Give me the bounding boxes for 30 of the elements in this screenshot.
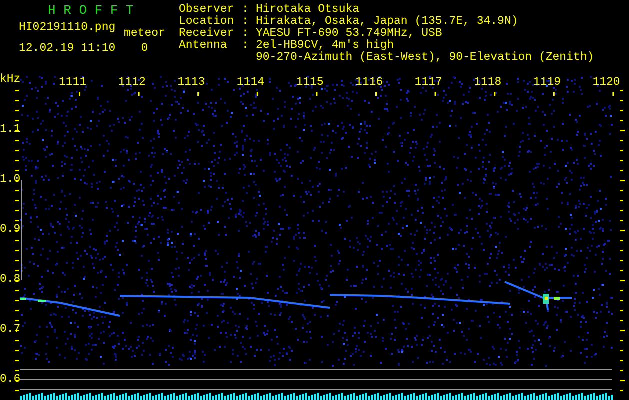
info-value: 90-270-Azimuth (East-West), 90-Elevation (Zenith): [256, 52, 594, 64]
info-label: Antenna: [179, 39, 228, 52]
info-value: Hirotaka Otsuka: [256, 4, 360, 16]
meteor-label: meteor: [124, 28, 166, 40]
colon-separator: :: [242, 3, 249, 16]
info-value: YAESU FT-690 53.749MHz, USB: [256, 28, 442, 40]
colon-separator: :: [242, 39, 249, 52]
x-axis-label: 1120: [592, 77, 620, 89]
file-name: HI02191110.png: [19, 22, 117, 34]
info-value: 2el-HB9CV, 4m's high: [256, 40, 394, 52]
x-axis-label: 1112: [118, 77, 146, 89]
info-label: Observer: [179, 3, 234, 16]
x-axis-label: 1113: [178, 77, 206, 89]
info-value: Hirakata, Osaka, Japan (135.7E, 34.9N): [256, 16, 518, 28]
x-axis-label: 1114: [236, 77, 264, 89]
timestamp: 12.02.19 11:10: [19, 43, 117, 55]
app-title: H R O F F T: [48, 4, 135, 18]
axis-unit: kHz: [0, 74, 21, 86]
x-axis-label: 1119: [533, 77, 561, 89]
x-axis-label: 1115: [296, 77, 324, 89]
x-axis-label: 1118: [474, 77, 502, 89]
colon-separator: :: [242, 27, 249, 40]
x-axis-label: 1111: [59, 77, 87, 89]
x-axis-label: 1116: [356, 77, 384, 89]
info-label: Location: [179, 15, 234, 28]
colon-separator: :: [242, 15, 249, 28]
info-label: Receiver: [179, 27, 234, 40]
meteor-count: 0: [141, 43, 148, 55]
x-axis-label: 1117: [414, 77, 442, 89]
y-axis-label: 0.7: [0, 324, 21, 336]
